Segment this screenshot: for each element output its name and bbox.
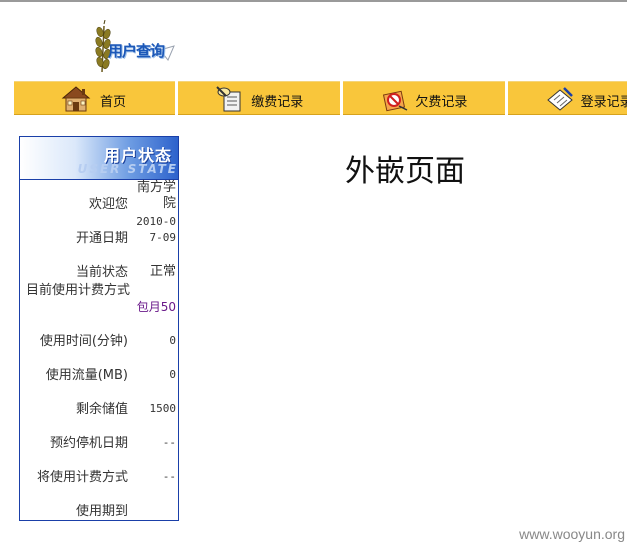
embedded-page-title: 外嵌页面 [345,154,465,189]
status-value: 0 [169,334,176,347]
nav-label: 欠费记录 [415,95,468,110]
status-label: 开通日期 [75,231,128,246]
watermark: www.wooyun.org [519,526,625,542]
status-label: 剩余储值 [75,402,128,417]
status-value: 包月50 [136,300,176,314]
status-label: 使用流量(MB) [45,368,128,383]
notepad-pen-icon [216,86,241,112]
status-value: 1500 [149,402,177,415]
status-label: 目前使用计费方式 [25,283,130,298]
status-label: 使用期到 [75,504,128,519]
nav-label: 首页 [100,95,127,110]
panel-header: 用户状态 USER STATE [20,137,178,180]
nav-item-home[interactable]: 首页 [14,81,176,115]
status-label: 预约停机日期 [49,436,128,451]
status-value: 正常 [149,264,176,279]
status-value: -- [162,436,176,449]
nav-label: 登录记录 [580,95,627,110]
main-nav: 首页 缴费记录 欠费记录 登录记录 [14,81,627,115]
status-value: 南方学院 [136,180,176,211]
status-label: 当前状态 [75,265,128,280]
status-value: -- [162,470,176,483]
status-value: 2010-07-09 [136,215,176,244]
status-label: 欢迎您 [88,197,128,212]
status-label: 将使用计费方式 [36,470,128,485]
nav-item-arrears-records[interactable]: 欠费记录 [343,81,505,115]
nav-item-login-records[interactable]: 登录记录 [507,81,627,115]
site-logo: 用户查询 [92,19,182,74]
pen-paper-icon [546,87,573,111]
nav-item-payment-records[interactable]: 缴费记录 [178,81,341,115]
house-icon [61,86,91,112]
logo-text: 用户查询 [108,42,165,60]
nav-label: 缴费记录 [251,95,304,110]
panel-subtitle: USER STATE [77,162,178,176]
forbidden-sign-icon [383,90,408,112]
status-label: 使用时间(分钟) [39,334,128,349]
user-status-panel: 用户状态 USER STATE 欢迎您 南方学院 开通日期 2010-07-09… [19,136,179,521]
top-border [0,0,627,2]
status-value: 0 [169,368,176,381]
